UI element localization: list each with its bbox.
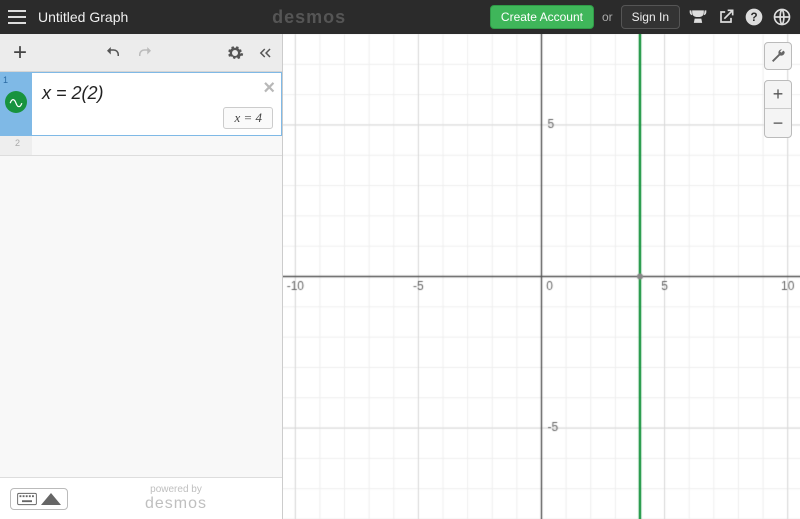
graph-area[interactable]: + −	[283, 34, 800, 519]
wave-icon	[9, 95, 23, 109]
zoom-out-button[interactable]: −	[765, 109, 791, 137]
add-expression-button[interactable]: +	[8, 39, 32, 67]
settings-gear-icon[interactable]	[226, 44, 244, 62]
empty-expression-row[interactable]: 2	[0, 136, 282, 156]
expression-panel: + 1 x = 2(2) x = 4	[0, 34, 283, 519]
expression-color-swatch[interactable]	[5, 91, 27, 113]
zoom-controls: + −	[764, 80, 792, 138]
collapse-panel-icon[interactable]	[256, 44, 274, 62]
brand-logo: desmos	[128, 7, 490, 28]
expression-math[interactable]: x = 2(2)	[42, 83, 271, 104]
graph-settings-button[interactable]	[764, 42, 792, 70]
expression-result: x = 4	[223, 107, 273, 129]
zoom-in-button[interactable]: +	[765, 81, 791, 109]
keyboard-button[interactable]	[10, 488, 68, 510]
sign-in-button[interactable]: Sign In	[621, 5, 680, 29]
chevron-up-icon	[41, 492, 61, 506]
share-icon[interactable]	[716, 7, 736, 27]
expression-index: 2	[12, 136, 20, 148]
or-label: or	[602, 10, 613, 24]
graph-title[interactable]: Untitled Graph	[38, 9, 128, 25]
delete-expression-icon[interactable]: ×	[263, 77, 275, 100]
redo-icon[interactable]	[136, 44, 154, 62]
svg-text:?: ?	[750, 11, 757, 24]
powered-by: powered by desmos	[80, 484, 272, 513]
create-account-button[interactable]: Create Account	[490, 5, 594, 29]
keyboard-icon	[17, 492, 37, 506]
language-icon[interactable]	[772, 7, 792, 27]
help-icon[interactable]: ?	[744, 7, 764, 27]
wrench-icon	[770, 48, 786, 64]
undo-icon[interactable]	[104, 44, 122, 62]
trophy-icon[interactable]	[688, 7, 708, 27]
menu-icon[interactable]	[8, 10, 26, 24]
expression-index: 1	[3, 73, 8, 85]
expression-row[interactable]: 1 x = 2(2) x = 4 ×	[0, 72, 282, 136]
